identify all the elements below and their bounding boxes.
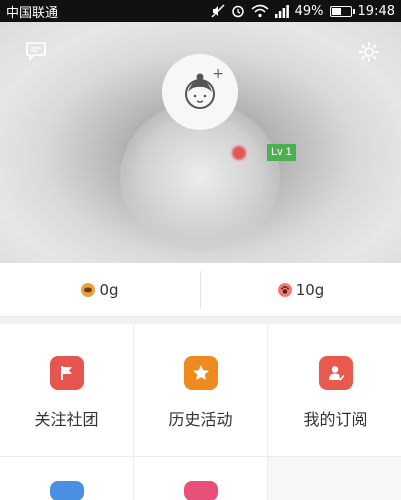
tile-icon xyxy=(49,481,84,500)
menu-grid: 关注社团 历史活动 我的订阅 xyxy=(0,324,401,500)
menu-label: 我的订阅 xyxy=(303,410,368,429)
paw-value: 10g xyxy=(295,280,325,299)
star-icon xyxy=(183,356,218,390)
mute-icon xyxy=(211,4,225,18)
coins-value: 0g xyxy=(99,280,119,299)
menu-item-partial-2[interactable] xyxy=(134,457,267,500)
avatar-button[interactable]: + xyxy=(162,54,238,130)
battery-percent: 49% xyxy=(294,3,324,19)
alarm-icon xyxy=(231,4,245,18)
paw-stat[interactable]: 10g xyxy=(201,263,401,316)
level-badge: Lv 1 xyxy=(267,144,296,161)
menu-item-my-subscriptions[interactable]: 我的订阅 xyxy=(268,324,401,456)
flag-icon xyxy=(49,356,84,390)
paw-icon xyxy=(277,282,292,297)
message-button[interactable] xyxy=(24,40,48,62)
menu-item-followed-clubs[interactable]: 关注社团 xyxy=(0,324,133,456)
notification-dot xyxy=(232,146,246,160)
status-bar: 中国联通 49% 19:48 xyxy=(0,0,401,22)
settings-button[interactable] xyxy=(357,40,381,64)
menu-item-partial-1[interactable] xyxy=(0,457,133,500)
subscribe-icon xyxy=(318,356,353,390)
menu-label: 历史活动 xyxy=(168,410,233,429)
carrier-name: 中国联通 xyxy=(6,5,59,21)
menu-item-empty xyxy=(268,457,401,500)
coins-stat[interactable]: 0g xyxy=(0,263,200,316)
stats-bar: 0g 10g xyxy=(0,263,401,317)
menu-item-history-activities[interactable]: 历史活动 xyxy=(134,324,267,456)
signal-icon xyxy=(274,4,289,18)
add-photo-icon: + xyxy=(212,66,224,82)
profile-header: + Lv 1 xyxy=(0,22,401,263)
battery-icon xyxy=(329,5,355,17)
clock-time: 19:48 xyxy=(357,3,395,19)
message-icon xyxy=(26,42,46,61)
menu-label: 关注社团 xyxy=(34,410,99,429)
wifi-icon xyxy=(251,4,269,18)
coin-icon xyxy=(81,282,96,297)
gear-icon xyxy=(359,42,379,62)
tile-icon xyxy=(183,481,218,500)
